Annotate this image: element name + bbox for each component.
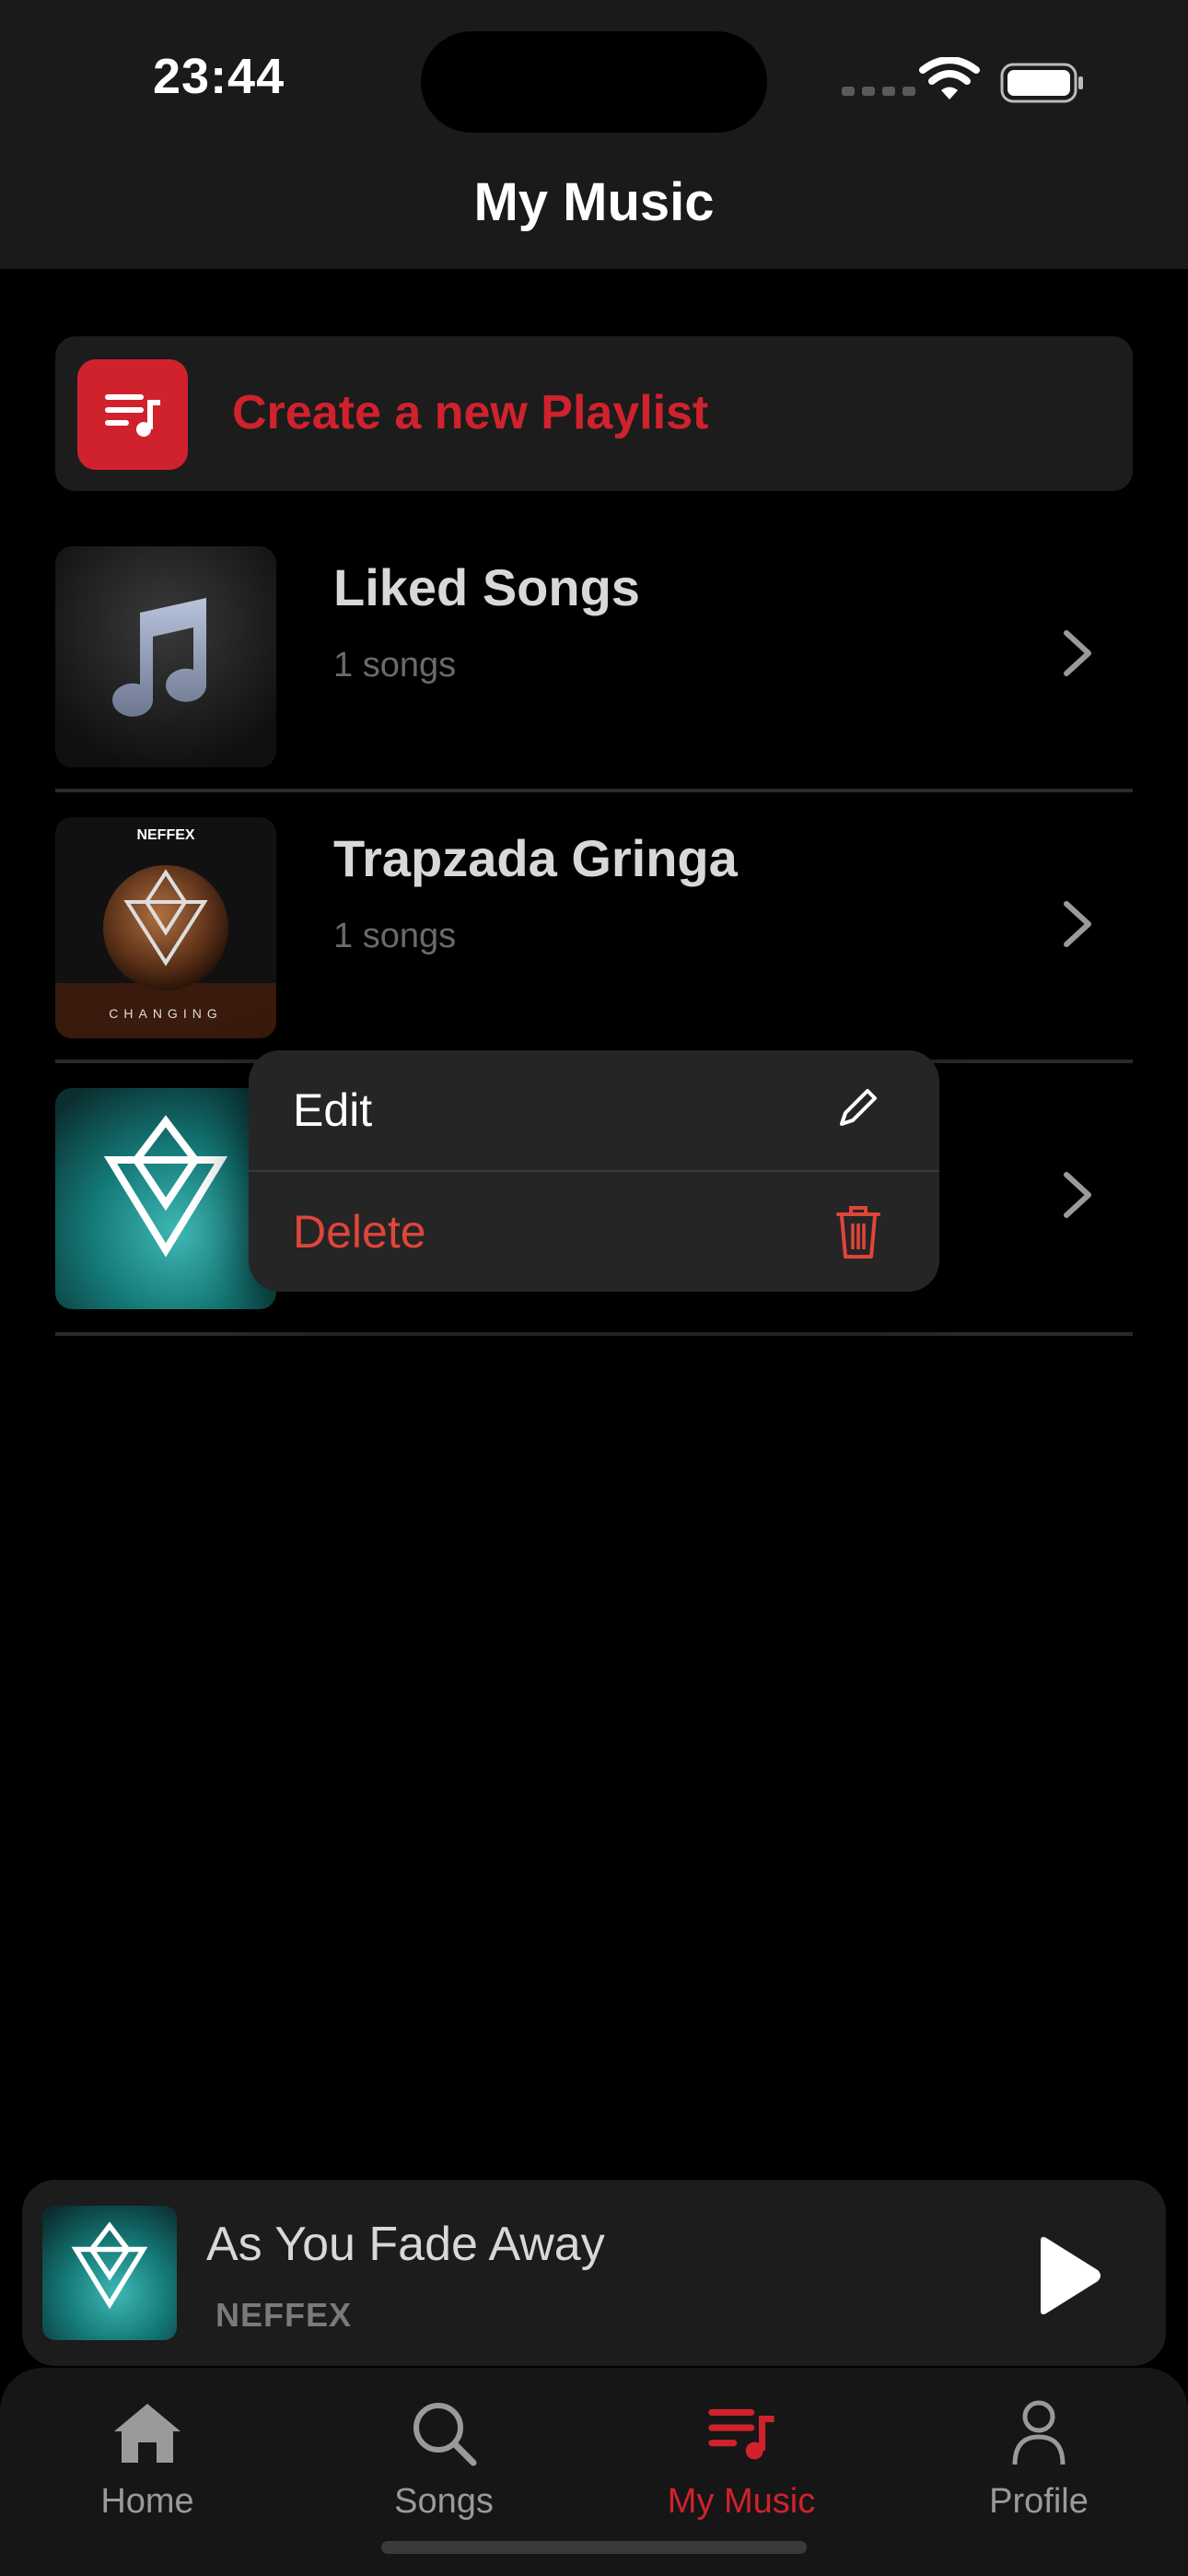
playlist-song-count: 1 songs (333, 646, 457, 685)
tab-songs[interactable]: Songs (343, 2394, 545, 2522)
playlist-name: Liked Songs (333, 558, 640, 616)
play-button[interactable] (1028, 2233, 1105, 2323)
home-indicator (381, 2541, 807, 2554)
dynamic-island (421, 31, 767, 133)
album-brand-text: NEFFEX (136, 827, 194, 843)
cellular-signal-icon (842, 87, 915, 96)
album-title-text: CHANGING (109, 1006, 222, 1021)
trash-icon (833, 1203, 884, 1267)
page-title: My Music (473, 172, 715, 232)
battery-icon (1000, 63, 1085, 108)
tab-label: My Music (667, 2482, 816, 2521)
playlist-add-icon (77, 359, 188, 470)
tab-my-music[interactable]: My Music (640, 2394, 843, 2522)
chevron-right-icon (1059, 898, 1096, 954)
context-menu: Edit Delete (249, 1050, 939, 1292)
wifi-icon (919, 56, 980, 108)
edit-menu-item[interactable]: Edit (249, 1050, 939, 1170)
create-playlist-label: Create a new Playlist (232, 386, 709, 439)
play-icon (1041, 2237, 1101, 2314)
liked-songs-artwork (55, 546, 276, 767)
chevron-right-icon (1059, 627, 1096, 684)
delete-label: Delete (293, 1206, 426, 1258)
divider (55, 1332, 1133, 1336)
music-note-icon (112, 598, 207, 717)
playlist-icon (640, 2394, 843, 2473)
changing-album-artwork: NEFFEX CHANGING (55, 817, 276, 1038)
delete-menu-item[interactable]: Delete (249, 1172, 939, 1292)
house-icon (46, 2394, 249, 2473)
playlist-item-liked-songs[interactable]: Liked Songs 1 songs (55, 546, 1133, 767)
tab-home[interactable]: Home (46, 2394, 249, 2522)
tab-label: Profile (989, 2482, 1089, 2521)
now-playing-artwork (42, 2206, 177, 2340)
tab-profile[interactable]: Profile (938, 2394, 1140, 2522)
search-icon (343, 2394, 545, 2473)
you-fade-away-album-artwork (55, 1088, 276, 1309)
edit-label: Edit (293, 1084, 373, 1136)
pencil-icon (833, 1082, 884, 1138)
now-playing-artist: NEFFEX (215, 2296, 353, 2334)
playlist-song-count: 1 songs (333, 917, 457, 955)
tab-label: Songs (394, 2482, 494, 2521)
divider (55, 789, 1133, 792)
playlist-item-trapzada-gringa[interactable]: NEFFEX CHANGING Trapzada Gringa 1 songs (55, 817, 1133, 1038)
playlist-name: Trapzada Gringa (333, 829, 738, 887)
person-icon (938, 2394, 1140, 2473)
status-time: 23:44 (153, 49, 285, 104)
chevron-right-icon (1059, 1169, 1096, 1225)
mini-player[interactable] (22, 2180, 1166, 2366)
now-playing-title: As You Fade Away (206, 2218, 605, 2271)
tab-label: Home (100, 2482, 194, 2521)
